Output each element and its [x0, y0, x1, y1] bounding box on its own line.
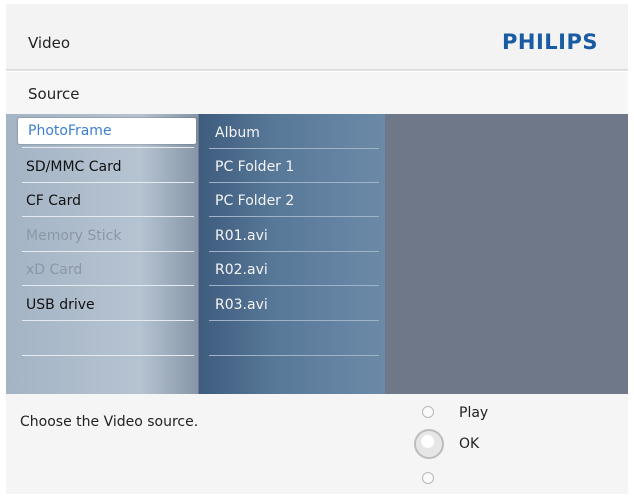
- header-divider: [6, 69, 628, 71]
- content-item-album[interactable]: Album: [215, 120, 375, 146]
- source-item-photoframe[interactable]: PhotoFrame: [18, 118, 196, 144]
- nav-up-icon[interactable]: [422, 406, 434, 418]
- list-separator: [209, 216, 379, 217]
- list-separator: [22, 251, 194, 252]
- list-separator: [209, 320, 379, 321]
- list-separator: [209, 285, 379, 286]
- ok-button-icon[interactable]: [414, 429, 444, 459]
- source-item-sd-mmc-card[interactable]: SD/MMC Card: [16, 154, 196, 180]
- hint-text: Choose the Video source.: [20, 414, 199, 430]
- source-item-memory-stick: Memory Stick: [26, 228, 122, 244]
- content-item-pc-folder-1[interactable]: PC Folder 1: [215, 154, 375, 180]
- list-separator: [209, 251, 379, 252]
- ok-label: OK: [459, 436, 480, 452]
- list-separator: [22, 182, 194, 183]
- section-title: Source: [28, 85, 80, 103]
- list-separator: [209, 182, 379, 183]
- header-bar: Video PHILIPS: [6, 4, 628, 70]
- footer-bar: Choose the Video source.: [6, 394, 628, 494]
- list-separator: [209, 148, 379, 149]
- list-separator: [22, 355, 194, 356]
- source-list: PhotoFrame SD/MMC Card CF Card Memory St…: [6, 114, 198, 394]
- content-item-r03-avi[interactable]: R03.avi: [215, 292, 375, 318]
- play-label: Play: [459, 405, 489, 421]
- content-item-r02-avi[interactable]: R02.avi: [215, 257, 375, 283]
- content-list: Album PC Folder 1 PC Folder 2 R01.avi R0…: [199, 114, 385, 394]
- source-item-xd-card: xD Card: [26, 262, 83, 278]
- list-separator: [209, 355, 379, 356]
- list-separator: [22, 216, 194, 217]
- source-item-cf-card[interactable]: CF Card: [16, 188, 196, 214]
- list-separator: [22, 320, 194, 321]
- content-item-r01-avi[interactable]: R01.avi: [215, 223, 375, 249]
- list-separator: [22, 147, 194, 148]
- section-header: Source: [6, 72, 628, 114]
- page-title: Video: [28, 34, 71, 52]
- brand-logo: PHILIPS: [502, 30, 598, 54]
- source-item-usb-drive[interactable]: USB drive: [16, 292, 196, 318]
- content-item-pc-folder-2[interactable]: PC Folder 2: [215, 188, 375, 214]
- preview-area: [385, 114, 628, 394]
- nav-down-icon[interactable]: [422, 472, 434, 484]
- list-separator: [22, 285, 194, 286]
